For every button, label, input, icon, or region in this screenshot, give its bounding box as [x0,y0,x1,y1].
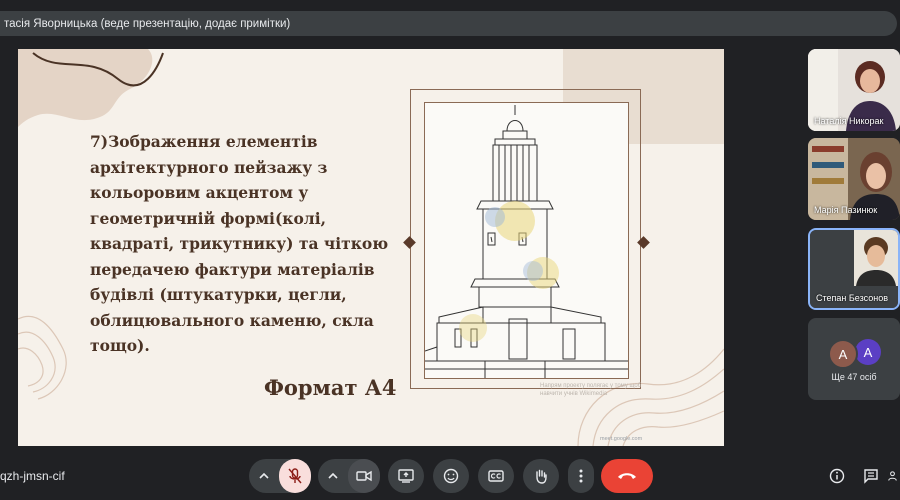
slide-format-label: Формат А4 [264,375,397,400]
more-vert-icon [579,469,583,483]
meeting-details-button[interactable] [826,465,848,487]
captions-button[interactable] [478,459,514,493]
participant-avatar: A [855,339,881,365]
raise-hand-icon [536,469,547,484]
present-screen-button[interactable] [388,459,424,493]
end-call-icon [618,473,636,479]
mic-options-button[interactable] [249,459,279,493]
participant-name: Марія Пазинюк [814,205,878,215]
slide-body-text: 7)Зображення елементів архітектурного пе… [90,132,389,355]
shared-slide: 7)Зображення елементів архітектурного пе… [18,49,724,446]
emoji-icon [443,468,459,484]
more-options-button[interactable] [568,459,594,493]
people-icon [888,471,897,481]
presenter-banner-text: тасія Яворницька (веде презентацію, дода… [4,17,291,30]
mic-control-group [249,459,311,493]
participant-tile[interactable]: Наталія Никорак [808,49,900,131]
reactions-button[interactable] [433,459,469,493]
participant-name: Степан Безсонов [816,293,888,303]
raise-hand-button[interactable] [523,459,559,493]
more-participants-label: Ще 47 осіб [831,372,877,382]
camera-icon [356,470,372,482]
participant-tile-active-speaker[interactable]: Степан Безсонов [808,228,900,310]
slide-watermark: Напрям проекту полягає у тому щоб навчит… [540,383,642,397]
meet-url-tag: meet.google.com [600,436,643,442]
participant-name: Наталія Никорак [814,116,884,126]
present-icon [398,469,414,483]
camera-control-group [318,459,380,493]
meeting-code: qzh-jmsn-cif [0,469,65,483]
chat-icon [864,469,878,484]
people-button[interactable] [888,465,900,487]
captions-icon [488,470,504,482]
chevron-up-icon [259,472,269,479]
leave-call-button[interactable] [601,459,653,493]
camera-options-button[interactable] [318,459,348,493]
info-icon [829,468,845,484]
mic-toggle-button[interactable] [279,459,311,493]
mic-off-icon [288,468,302,484]
participant-avatar: A [828,339,858,369]
presenter-banner: тасія Яворницька (веде презентацію, дода… [0,11,897,36]
tower-sketch-image [425,105,628,378]
participant-tile[interactable]: Марія Пазинюк [808,138,900,220]
chat-button[interactable] [860,465,882,487]
more-participants-tile[interactable]: A A Ще 47 осіб [808,318,900,400]
camera-toggle-button[interactable] [348,459,380,493]
tower-drawing [424,102,629,379]
chevron-up-icon [328,472,338,479]
